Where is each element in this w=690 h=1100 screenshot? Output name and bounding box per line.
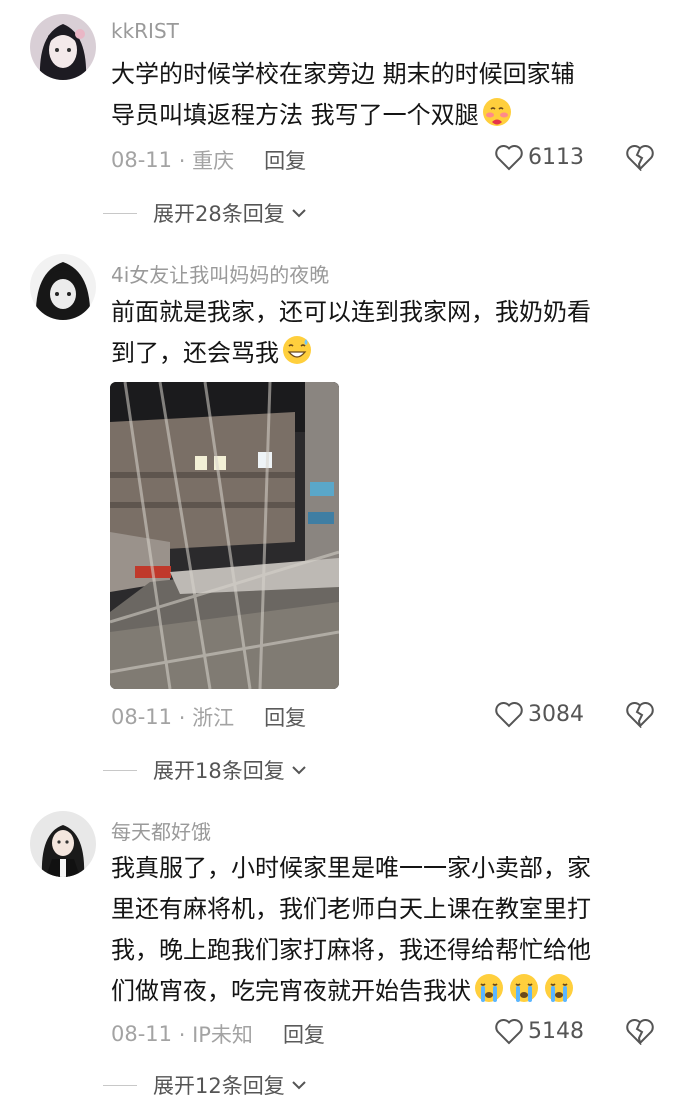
dislike-button[interactable] bbox=[625, 143, 655, 175]
divider bbox=[103, 769, 137, 771]
comment-text: 前面就是我家，还可以连到我家网，我奶奶看 到了，还会骂我 bbox=[111, 292, 666, 374]
chevron-down-icon bbox=[292, 766, 306, 775]
reply-button[interactable]: 回复 bbox=[264, 702, 306, 732]
divider bbox=[103, 212, 137, 214]
like-button[interactable]: 6113 bbox=[494, 143, 584, 171]
comment-location: · IP未知 bbox=[178, 1023, 253, 1047]
dislike-button[interactable] bbox=[625, 1017, 655, 1049]
reply-button[interactable]: 回复 bbox=[264, 145, 306, 175]
avatar[interactable] bbox=[30, 811, 96, 877]
chevron-down-icon bbox=[292, 209, 306, 218]
comment-meta: 08-11 · 重庆 回复 bbox=[111, 145, 306, 175]
crying-emoji bbox=[475, 974, 503, 1002]
expand-replies-label: 展开28条回复 bbox=[153, 202, 285, 226]
comment-line: 我，晚上跑我们家打麻将，我还得给帮忙给他 bbox=[111, 936, 591, 964]
expand-replies[interactable]: 展开12条回复 bbox=[103, 1070, 307, 1100]
comment-line: 我真服了，小时候家里是唯一一家小卖部，家 bbox=[111, 854, 591, 882]
comment-meta: 08-11 · IP未知 回复 bbox=[111, 1019, 325, 1049]
comment-date: 08-11 bbox=[111, 148, 173, 172]
like-count: 5148 bbox=[528, 1018, 584, 1044]
like-count: 3084 bbox=[528, 701, 584, 727]
expand-replies[interactable]: 展开28条回复 bbox=[103, 198, 307, 228]
expand-replies[interactable]: 展开18条回复 bbox=[103, 755, 307, 785]
broken-heart-icon bbox=[626, 1018, 654, 1047]
chevron-down-icon bbox=[292, 1081, 306, 1090]
comment-location: · 重庆 bbox=[178, 149, 235, 173]
username[interactable]: kkRIST bbox=[111, 19, 179, 43]
comment-date: 08-11 bbox=[111, 1022, 173, 1046]
username[interactable]: 4i女友让我叫妈妈的夜晚 bbox=[111, 259, 329, 288]
blushing-hearts-emoji bbox=[482, 98, 511, 126]
grinning-sweat-emoji bbox=[283, 336, 311, 364]
comment-meta: 08-11 · 浙江 回复 bbox=[111, 702, 306, 732]
avatar[interactable] bbox=[30, 14, 96, 80]
heart-icon bbox=[495, 1018, 523, 1045]
heart-icon bbox=[495, 144, 523, 171]
expand-replies-label: 展开12条回复 bbox=[153, 1074, 285, 1098]
divider bbox=[103, 1084, 137, 1086]
comment-text: 大学的时候学校在家旁边 期末的时候回家辅 导员叫填返程方法 我写了一个双腿 bbox=[111, 54, 666, 136]
expand-replies-label: 展开18条回复 bbox=[153, 759, 285, 783]
crying-emoji bbox=[510, 974, 538, 1002]
like-button[interactable]: 5148 bbox=[494, 1017, 584, 1045]
comment-photo[interactable] bbox=[110, 382, 339, 689]
comment-line: 们做宵夜，吃完宵夜就开始告我状 bbox=[111, 977, 471, 1005]
username[interactable]: 每天都好饿 bbox=[111, 816, 211, 845]
comment-line: 里还有麻将机，我们老师白天上课在教室里打 bbox=[111, 895, 591, 923]
like-button[interactable]: 3084 bbox=[494, 700, 584, 728]
comment-line: 前面就是我家，还可以连到我家网，我奶奶看 bbox=[111, 298, 591, 326]
dislike-button[interactable] bbox=[625, 700, 655, 732]
broken-heart-icon bbox=[626, 701, 654, 730]
comment-date: 08-11 bbox=[111, 705, 173, 729]
comment-line: 大学的时候学校在家旁边 期末的时候回家辅 bbox=[111, 60, 575, 88]
reply-button[interactable]: 回复 bbox=[283, 1019, 325, 1049]
heart-icon bbox=[495, 701, 523, 728]
comment-location: · 浙江 bbox=[178, 706, 235, 730]
like-count: 6113 bbox=[528, 144, 584, 170]
comment-line: 到了，还会骂我 bbox=[111, 339, 279, 367]
broken-heart-icon bbox=[626, 144, 654, 173]
crying-emoji bbox=[545, 974, 573, 1002]
comment-line: 导员叫填返程方法 我写了一个双腿 bbox=[111, 101, 479, 129]
comment-text: 我真服了，小时候家里是唯一一家小卖部，家 里还有麻将机，我们老师白天上课在教室里… bbox=[111, 848, 666, 1012]
avatar[interactable] bbox=[30, 254, 96, 320]
